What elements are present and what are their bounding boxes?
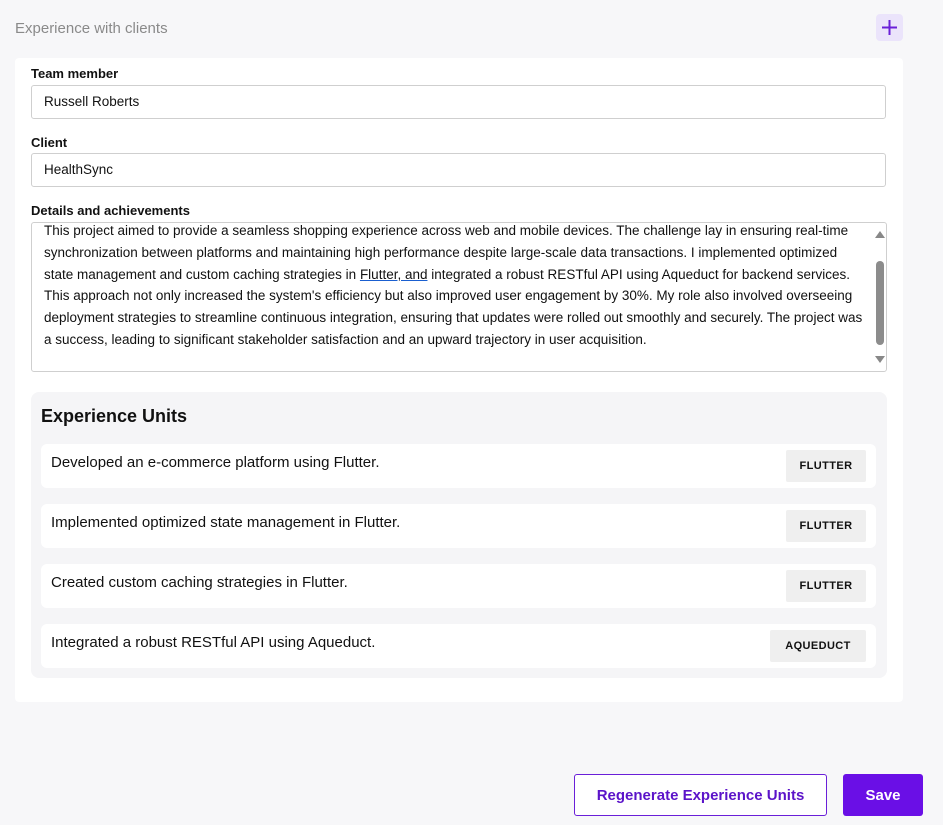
plus-icon [882, 20, 897, 35]
experience-unit-row[interactable]: Developed an e-commerce platform using F… [41, 444, 876, 488]
add-experience-button[interactable] [876, 14, 903, 41]
experience-unit-row[interactable]: Created custom caching strategies in Flu… [41, 564, 876, 608]
save-button[interactable]: Save [843, 774, 923, 816]
client-label: Client [31, 135, 68, 150]
experience-unit-text: Developed an e-commerce platform using F… [51, 454, 380, 471]
experience-unit-text: Created custom caching strategies in Flu… [51, 574, 348, 591]
experience-unit-row[interactable]: Integrated a robust RESTful API using Aq… [41, 624, 876, 668]
section-header: Experience with clients [15, 14, 903, 44]
details-text: This project aimed to provide a seamless… [44, 223, 864, 351]
scroll-down-icon[interactable] [875, 356, 885, 363]
details-scrollbar[interactable] [872, 223, 886, 371]
skill-tag[interactable]: FLUTTER [786, 570, 866, 602]
spellcheck-flagged-text: Flutter, and [359, 266, 428, 282]
experience-units-panel: Experience Units Developed an e-commerce… [31, 392, 887, 678]
team-member-label: Team member [31, 66, 119, 81]
scroll-thumb[interactable] [876, 261, 884, 345]
experience-unit-text: Integrated a robust RESTful API using Aq… [51, 634, 376, 651]
section-title: Experience with clients [15, 20, 168, 37]
details-label: Details and achievements [31, 203, 190, 218]
experience-unit-text: Implemented optimized state management i… [51, 514, 401, 531]
experience-unit-row[interactable]: Implemented optimized state management i… [41, 504, 876, 548]
details-textarea[interactable]: This project aimed to provide a seamless… [31, 222, 887, 372]
team-member-input[interactable]: Russell Roberts [31, 85, 886, 119]
skill-tag[interactable]: FLUTTER [786, 450, 866, 482]
skill-tag[interactable]: FLUTTER [786, 510, 866, 542]
scroll-up-icon[interactable] [875, 231, 885, 238]
skill-tag[interactable]: AQUEDUCT [770, 630, 866, 662]
experience-units-title: Experience Units [41, 406, 188, 426]
experience-card: Team member Russell Roberts Client Healt… [15, 58, 903, 702]
regenerate-experience-units-button[interactable]: Regenerate Experience Units [574, 774, 827, 816]
client-input[interactable]: HealthSync [31, 153, 886, 187]
